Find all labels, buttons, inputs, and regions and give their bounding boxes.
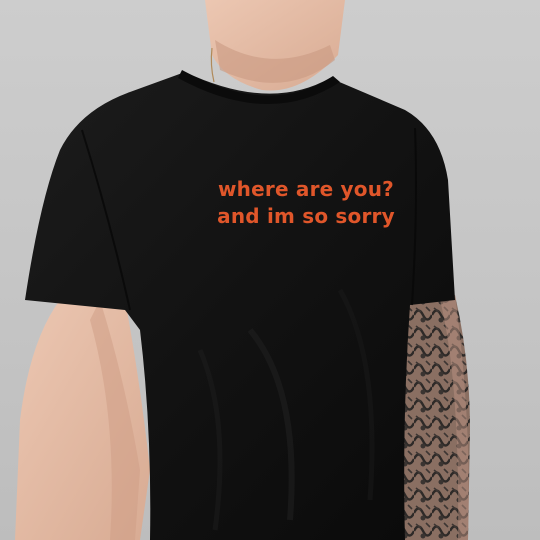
shirt-print-text: where are you? and im so sorry	[196, 176, 416, 230]
model-figure	[15, 0, 470, 540]
shirt-print-line-2: and im so sorry	[217, 204, 395, 228]
product-photo: where are you? and im so sorry	[0, 0, 540, 540]
shirt-print-line-1: where are you?	[218, 177, 394, 201]
